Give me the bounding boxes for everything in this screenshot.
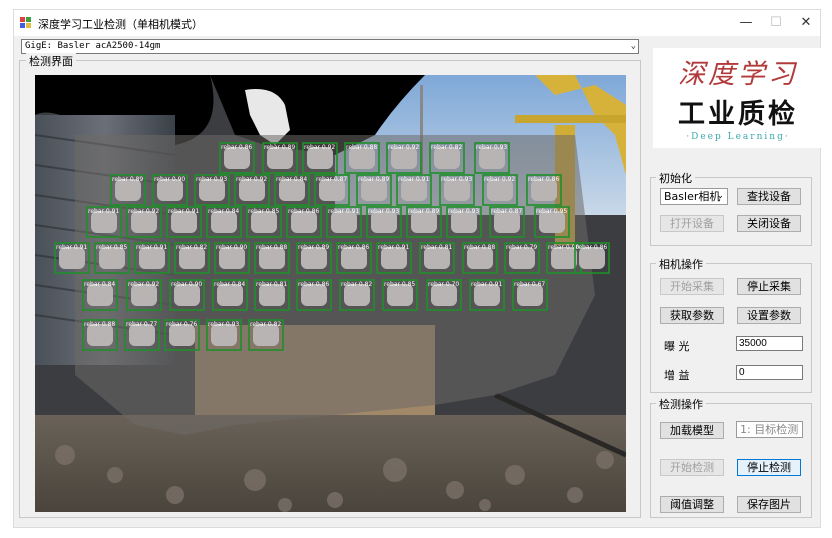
detection-label: rebar 0.86: [288, 208, 319, 215]
detection-label: rebar 0.87: [491, 208, 522, 215]
detection-label: rebar 0.91: [471, 281, 502, 288]
detection-label: rebar 0.91: [168, 208, 199, 215]
detection-panel-title: 检测界面: [26, 53, 76, 69]
detection-label: rebar 0.85: [96, 244, 127, 251]
detection-label: rebar 0.88: [84, 321, 115, 328]
detection-label: rebar 0.84: [208, 208, 239, 215]
get-params-button[interactable]: 获取参数: [660, 307, 724, 324]
exposure-label: 曝 光: [664, 340, 690, 353]
detection-label: rebar 0.90: [154, 176, 185, 183]
detection-label: rebar 0.93: [368, 208, 399, 215]
detection-label: rebar 0.79: [506, 244, 537, 251]
exposure-input[interactable]: [736, 336, 803, 351]
detection-label: rebar 0.89: [358, 176, 389, 183]
app-icon: [20, 17, 32, 29]
camera-type-select[interactable]: Basler相机 ⌄: [660, 188, 728, 205]
detection-label: rebar 0.91: [56, 244, 87, 251]
set-params-button[interactable]: 设置参数: [737, 307, 801, 324]
detection-label: rebar 0.82: [176, 244, 207, 251]
stop-detect-button[interactable]: 停止检测: [737, 459, 801, 476]
detection-label: rebar 0.86: [221, 144, 252, 151]
detection-label: rebar 0.77: [126, 321, 157, 328]
detection-label: rebar 0.88: [256, 244, 287, 251]
detection-label: rebar 0.91: [398, 176, 429, 183]
close-device-button[interactable]: 关闭设备: [737, 215, 801, 232]
open-device-button[interactable]: 打开设备: [660, 215, 724, 232]
detection-label: rebar 0.70: [428, 281, 459, 288]
detection-label: rebar 0.92: [484, 176, 515, 183]
detection-label: rebar 0.92: [128, 281, 159, 288]
chevron-down-icon[interactable]: ⌄: [631, 40, 636, 53]
detection-label: rebar 0.90: [171, 281, 202, 288]
camera-type-value: Basler相机: [664, 190, 721, 203]
detection-label: rebar 0.93: [208, 321, 239, 328]
detection-label: rebar 0.67: [514, 281, 545, 288]
detection-label: rebar 0.86: [338, 244, 369, 251]
detection-label: rebar 0.81: [421, 244, 452, 251]
task-select[interactable]: 1: 目标检测: [736, 421, 803, 438]
detection-label: rebar 0.93: [476, 144, 507, 151]
device-combo[interactable]: GigE: Basler acA2500-14gm ⌄: [21, 39, 639, 54]
threshold-button[interactable]: 阈值调整: [660, 496, 724, 513]
detection-label: rebar 0.84: [84, 281, 115, 288]
camera-group-title: 相机操作: [656, 256, 706, 272]
start-detect-button[interactable]: 开始检测: [660, 459, 724, 476]
detection-label: rebar 0.92: [388, 144, 419, 151]
detection-label: rebar 0.82: [341, 281, 372, 288]
device-combo-value: GigE: Basler acA2500-14gm: [25, 41, 161, 51]
detection-label: rebar 0.76: [166, 321, 197, 328]
detection-label: rebar 0.88: [346, 144, 377, 151]
detection-label: rebar 0.92: [236, 176, 267, 183]
save-image-button[interactable]: 保存图片: [737, 496, 801, 513]
detection-label: rebar 0.81: [256, 281, 287, 288]
logo-text-line2: 工业质检: [678, 99, 798, 130]
title-bar: 深度学习工业检测（单相机模式） — ☐ ✕: [14, 10, 820, 36]
detection-label: rebar 0.87: [316, 176, 347, 183]
logo-text-line1: 深度学习: [678, 59, 798, 90]
detection-label: rebar 0.89: [408, 208, 439, 215]
detection-label: rebar 0.92: [304, 144, 335, 151]
detection-label: rebar 0.82: [250, 321, 281, 328]
detection-label: rebar 0.85: [248, 208, 279, 215]
maximize-button[interactable]: ☐: [761, 13, 791, 33]
gain-label: 增 益: [664, 369, 690, 382]
detection-label: rebar 0.93: [196, 176, 227, 183]
detection-label: rebar 0.82: [431, 144, 462, 151]
detection-label: rebar 0.84: [214, 281, 245, 288]
detection-label: rebar 0.91: [88, 208, 119, 215]
detection-label: rebar 0.95: [536, 208, 567, 215]
main-window: 深度学习工业检测（单相机模式） — ☐ ✕ GigE: Basler acA25…: [13, 9, 823, 528]
start-capture-button[interactable]: 开始采集: [660, 278, 724, 295]
close-button[interactable]: ✕: [791, 13, 821, 33]
detection-label: rebar 0.89: [264, 144, 295, 151]
detection-label: rebar 0.86: [298, 281, 329, 288]
detection-label: rebar 0.85: [384, 281, 415, 288]
detection-label: rebar 0.91: [136, 244, 167, 251]
brand-logo: 深度学习 工业质检 ·Deep Learning·: [653, 48, 823, 148]
detect-group-title: 检测操作: [656, 396, 706, 412]
init-group-title: 初始化: [656, 170, 695, 186]
detection-label: rebar 0.89: [298, 244, 329, 251]
detection-label: rebar 0.89: [112, 176, 143, 183]
minimize-button[interactable]: —: [731, 13, 761, 33]
detection-label: rebar 0.84: [276, 176, 307, 183]
camera-view: rebar 0.86 rebar 0.89 rebar 0.92 rebar 0.88…: [35, 75, 626, 512]
gain-input[interactable]: [736, 365, 803, 380]
detection-label: rebar 0.92: [128, 208, 159, 215]
detection-label: rebar 0.86: [576, 244, 607, 251]
detection-label: rebar 0.88: [464, 244, 495, 251]
detection-label: rebar 0.90: [216, 244, 247, 251]
detection-label: rebar 0.93: [441, 176, 472, 183]
camera-image: rebar 0.86 rebar 0.89 rebar 0.92 rebar 0.88…: [35, 75, 626, 512]
window-title: 深度学习工业检测（单相机模式）: [38, 18, 203, 31]
stop-capture-button[interactable]: 停止采集: [737, 278, 801, 295]
logo-text-line3: ·Deep Learning·: [686, 132, 790, 142]
find-device-button[interactable]: 查找设备: [737, 188, 801, 205]
load-model-button[interactable]: 加载模型: [660, 422, 724, 439]
detection-label: rebar 0.86: [528, 176, 559, 183]
detection-label: rebar 0.91: [328, 208, 359, 215]
chevron-down-icon: ⌄: [716, 191, 724, 201]
detection-label: rebar 0.93: [448, 208, 479, 215]
detection-label: rebar 0.91: [378, 244, 409, 251]
